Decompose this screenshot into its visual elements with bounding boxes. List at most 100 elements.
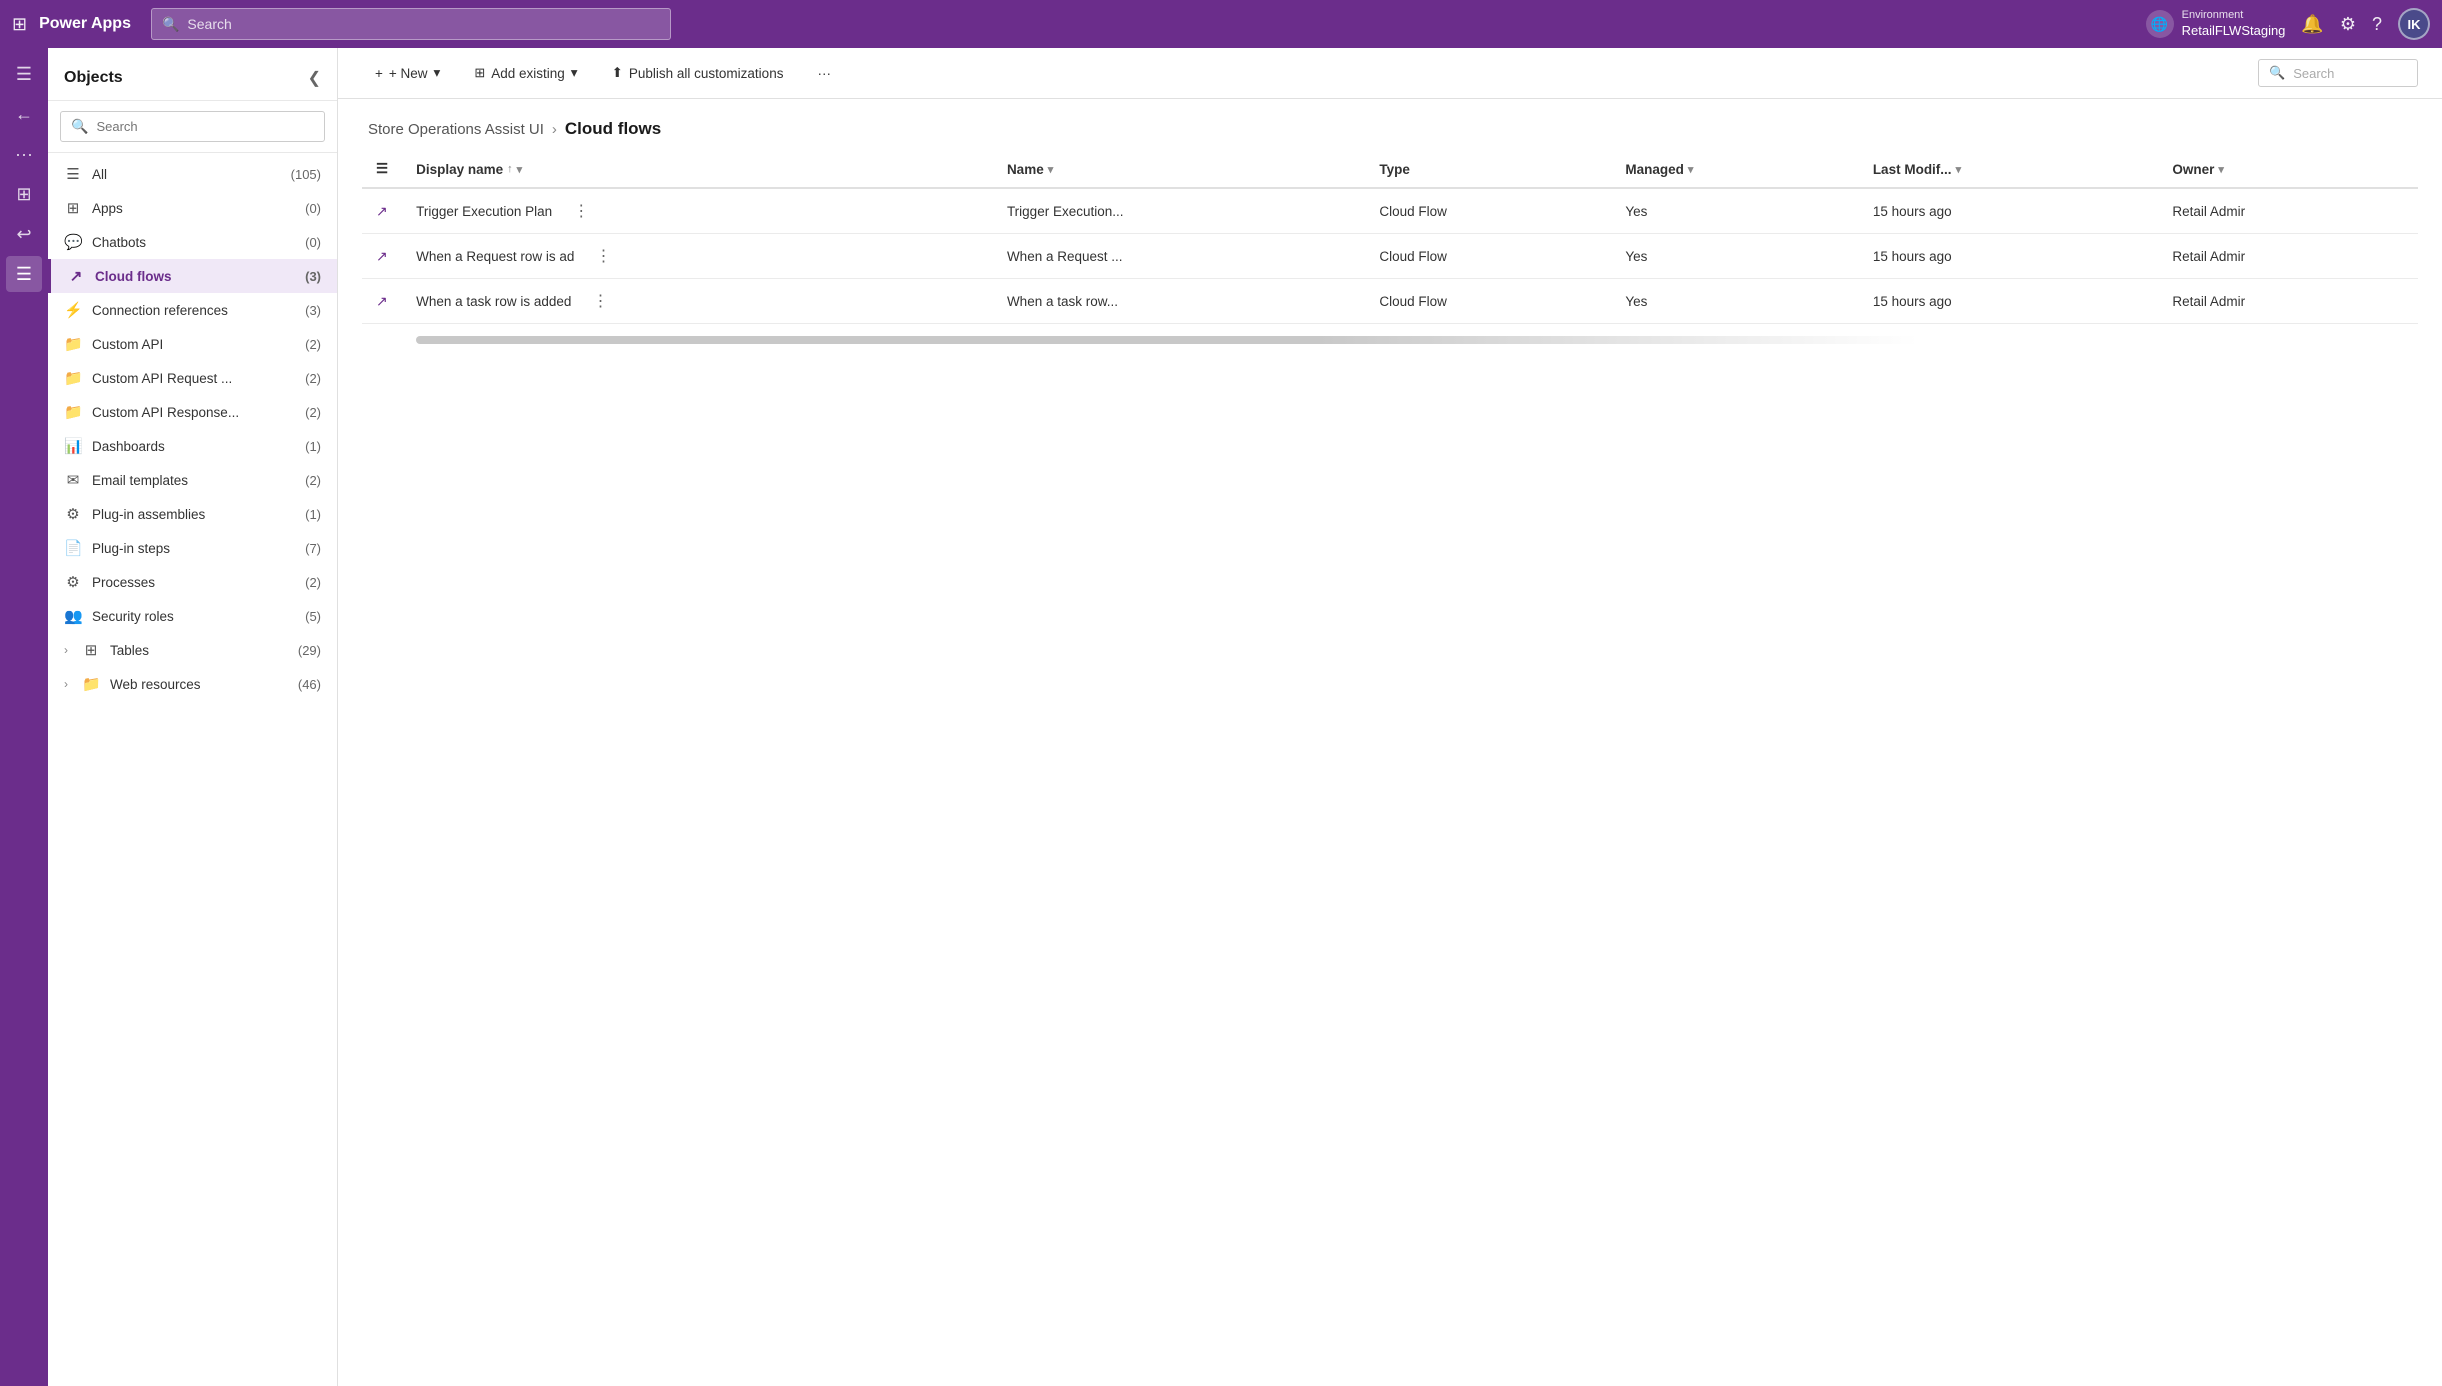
row-display-name-cell-0: Trigger Execution Plan ⋮ [402,188,993,234]
cloud-flow-row-icon-2: ↗ [376,293,388,309]
help-icon[interactable]: ? [2372,14,2382,35]
sidebar-item-dashboards[interactable]: 📊 Dashboards (1) [48,429,337,463]
row-owner-0: Retail Admir [2158,188,2418,234]
apps-rail-icon[interactable]: ⊞ [6,176,42,212]
name-col-header[interactable]: Name ▾ [993,151,1365,188]
managed-dropdown-icon[interactable]: ▾ [1688,163,1694,176]
sidebar-item-chatbots[interactable]: 💬 Chatbots (0) [48,225,337,259]
breadcrumb-parent-link[interactable]: Store Operations Assist UI [368,121,544,138]
select-all-header[interactable]: ☰ [362,151,402,188]
top-search-input[interactable] [187,16,660,32]
back-rail-icon[interactable]: ← [6,96,42,132]
sidebar-item-web-resources[interactable]: › 📁 Web resources (46) [48,667,337,701]
row-more-button-2[interactable]: ⋮ [586,291,614,312]
sidebar-item-custom-api-response[interactable]: 📁 Custom API Response... (2) [48,395,337,429]
sidebar-item-web-resources-count: (46) [298,677,321,692]
row-name-0: Trigger Execution... [993,188,1365,234]
owner-label: Owner [2172,162,2214,177]
content-area: + + New ▾ ⊞ Add existing ▾ ⬆ Publish all… [338,48,2442,1386]
row-last-modified-0: 15 hours ago [1859,188,2159,234]
toolbar-search-icon: 🔍 [2269,65,2285,81]
row-managed-1: Yes [1611,234,1858,279]
sidebar-item-email-templates[interactable]: ✉ Email templates (2) [48,463,337,497]
add-existing-dropdown-icon: ▾ [571,65,578,81]
apps-nav-icon: ⊞ [64,199,82,217]
history-rail-icon[interactable]: ↩ [6,216,42,252]
row-icon-cell-1: ↗ [362,234,402,279]
web-resources-expand-icon: › [64,677,68,691]
sidebar-item-all[interactable]: ☰ All (105) [48,157,337,191]
sidebar-item-plugin-assemblies-count: (1) [305,507,321,522]
sidebar-item-processes-count: (2) [305,575,321,590]
dots-rail-icon[interactable]: ··· [6,136,42,172]
row-owner-2: Retail Admir [2158,279,2418,324]
top-search-box[interactable]: 🔍 [151,8,671,40]
sidebar-item-custom-api-request[interactable]: 📁 Custom API Request ... (2) [48,361,337,395]
sidebar-item-cloud-flows[interactable]: ↗ Cloud flows (3) [48,259,337,293]
sidebar-item-connection-references[interactable]: ⚡ Connection references (3) [48,293,337,327]
environment-text: Environment RetailFLWStaging [2182,8,2286,39]
notification-bell-icon[interactable]: 🔔 [2301,14,2323,35]
sidebar-item-chatbots-count: (0) [305,235,321,250]
processes-icon: ⚙ [64,573,82,591]
add-existing-label: Add existing [491,66,565,81]
sidebar-item-custom-api[interactable]: 📁 Custom API (2) [48,327,337,361]
row-display-name-0: Trigger Execution Plan [416,204,552,219]
managed-col-header[interactable]: Managed ▾ [1611,151,1858,188]
sidebar-search-area: 🔍 [48,101,337,153]
toolbar-search-box[interactable]: 🔍 Search [2258,59,2418,87]
cloud-flow-row-icon-0: ↗ [376,203,388,219]
list-rail-icon[interactable]: ☰ [6,256,42,292]
sidebar-item-processes[interactable]: ⚙ Processes (2) [48,565,337,599]
add-existing-button[interactable]: ⊞ Add existing ▾ [461,58,590,88]
row-more-button-0[interactable]: ⋮ [567,201,595,222]
sidebar-search-box[interactable]: 🔍 [60,111,325,142]
row-last-modified-2: 15 hours ago [1859,279,2159,324]
settings-icon[interactable]: ⚙ [2340,14,2356,35]
more-actions-button[interactable]: ··· [804,59,844,88]
last-modified-dropdown-icon[interactable]: ▾ [1956,163,1962,176]
row-type-1: Cloud Flow [1365,234,1611,279]
sidebar-item-plugin-assemblies-label: Plug-in assemblies [92,507,295,522]
name-dropdown-icon[interactable]: ▾ [1048,163,1054,176]
sort-asc-icon: ↑ [507,163,513,175]
sidebar-item-plugin-assemblies[interactable]: ⚙ Plug-in assemblies (1) [48,497,337,531]
last-modified-col-header[interactable]: Last Modif... ▾ [1859,151,2159,188]
display-name-col-header[interactable]: Display name ↑ ▾ [402,151,993,188]
dashboards-icon: 📊 [64,437,82,455]
new-dropdown-icon: ▾ [434,65,441,81]
type-col-header[interactable]: Type [1365,151,1611,188]
sidebar-search-input[interactable] [96,119,314,134]
owner-dropdown-icon[interactable]: ▾ [2218,163,2224,176]
display-name-dropdown-icon[interactable]: ▾ [517,163,523,176]
apps-icon[interactable]: ⊞ [12,14,27,35]
owner-col-header[interactable]: Owner ▾ [2158,151,2418,188]
sidebar-item-plug-in-steps[interactable]: 📄 Plug-in steps (7) [48,531,337,565]
sidebar-item-all-count: (105) [291,167,321,182]
sidebar-item-apps[interactable]: ⊞ Apps (0) [48,191,337,225]
table-row: ↗ When a Request row is ad ⋮ When a Requ… [362,234,2418,279]
row-name-1: When a Request ... [993,234,1365,279]
avatar[interactable]: IK [2398,8,2430,40]
sidebar-item-security-roles[interactable]: 👥 Security roles (5) [48,599,337,633]
main-layout: ☰ ← ··· ⊞ ↩ ☰ Objects ❮ 🔍 ☰ All (105) [0,48,2442,1386]
sidebar-item-plug-in-steps-count: (7) [305,541,321,556]
all-icon: ☰ [64,165,82,183]
row-more-button-1[interactable]: ⋮ [589,246,617,267]
new-button[interactable]: + + New ▾ [362,58,453,88]
environment-label: Environment [2182,8,2286,22]
custom-api-response-icon: 📁 [64,403,82,421]
plug-in-steps-icon: 📄 [64,539,82,557]
sidebar-header: Objects ❮ [48,48,337,101]
sidebar-item-tables[interactable]: › ⊞ Tables (29) [48,633,337,667]
publish-button[interactable]: ⬆ Publish all customizations [599,58,797,88]
sidebar-item-cloud-flows-label: Cloud flows [95,269,295,284]
sidebar-collapse-button[interactable]: ❮ [308,68,321,88]
row-managed-0: Yes [1611,188,1858,234]
sidebar-item-all-label: All [92,167,281,182]
sidebar-nav: ☰ All (105) ⊞ Apps (0) 💬 Chatbots (0) ↗ … [48,153,337,1386]
environment-icon: 🌐 [2146,10,2174,38]
horizontal-scrollbar[interactable] [416,336,1918,344]
hamburger-rail-icon[interactable]: ☰ [6,56,42,92]
row-type-0: Cloud Flow [1365,188,1611,234]
